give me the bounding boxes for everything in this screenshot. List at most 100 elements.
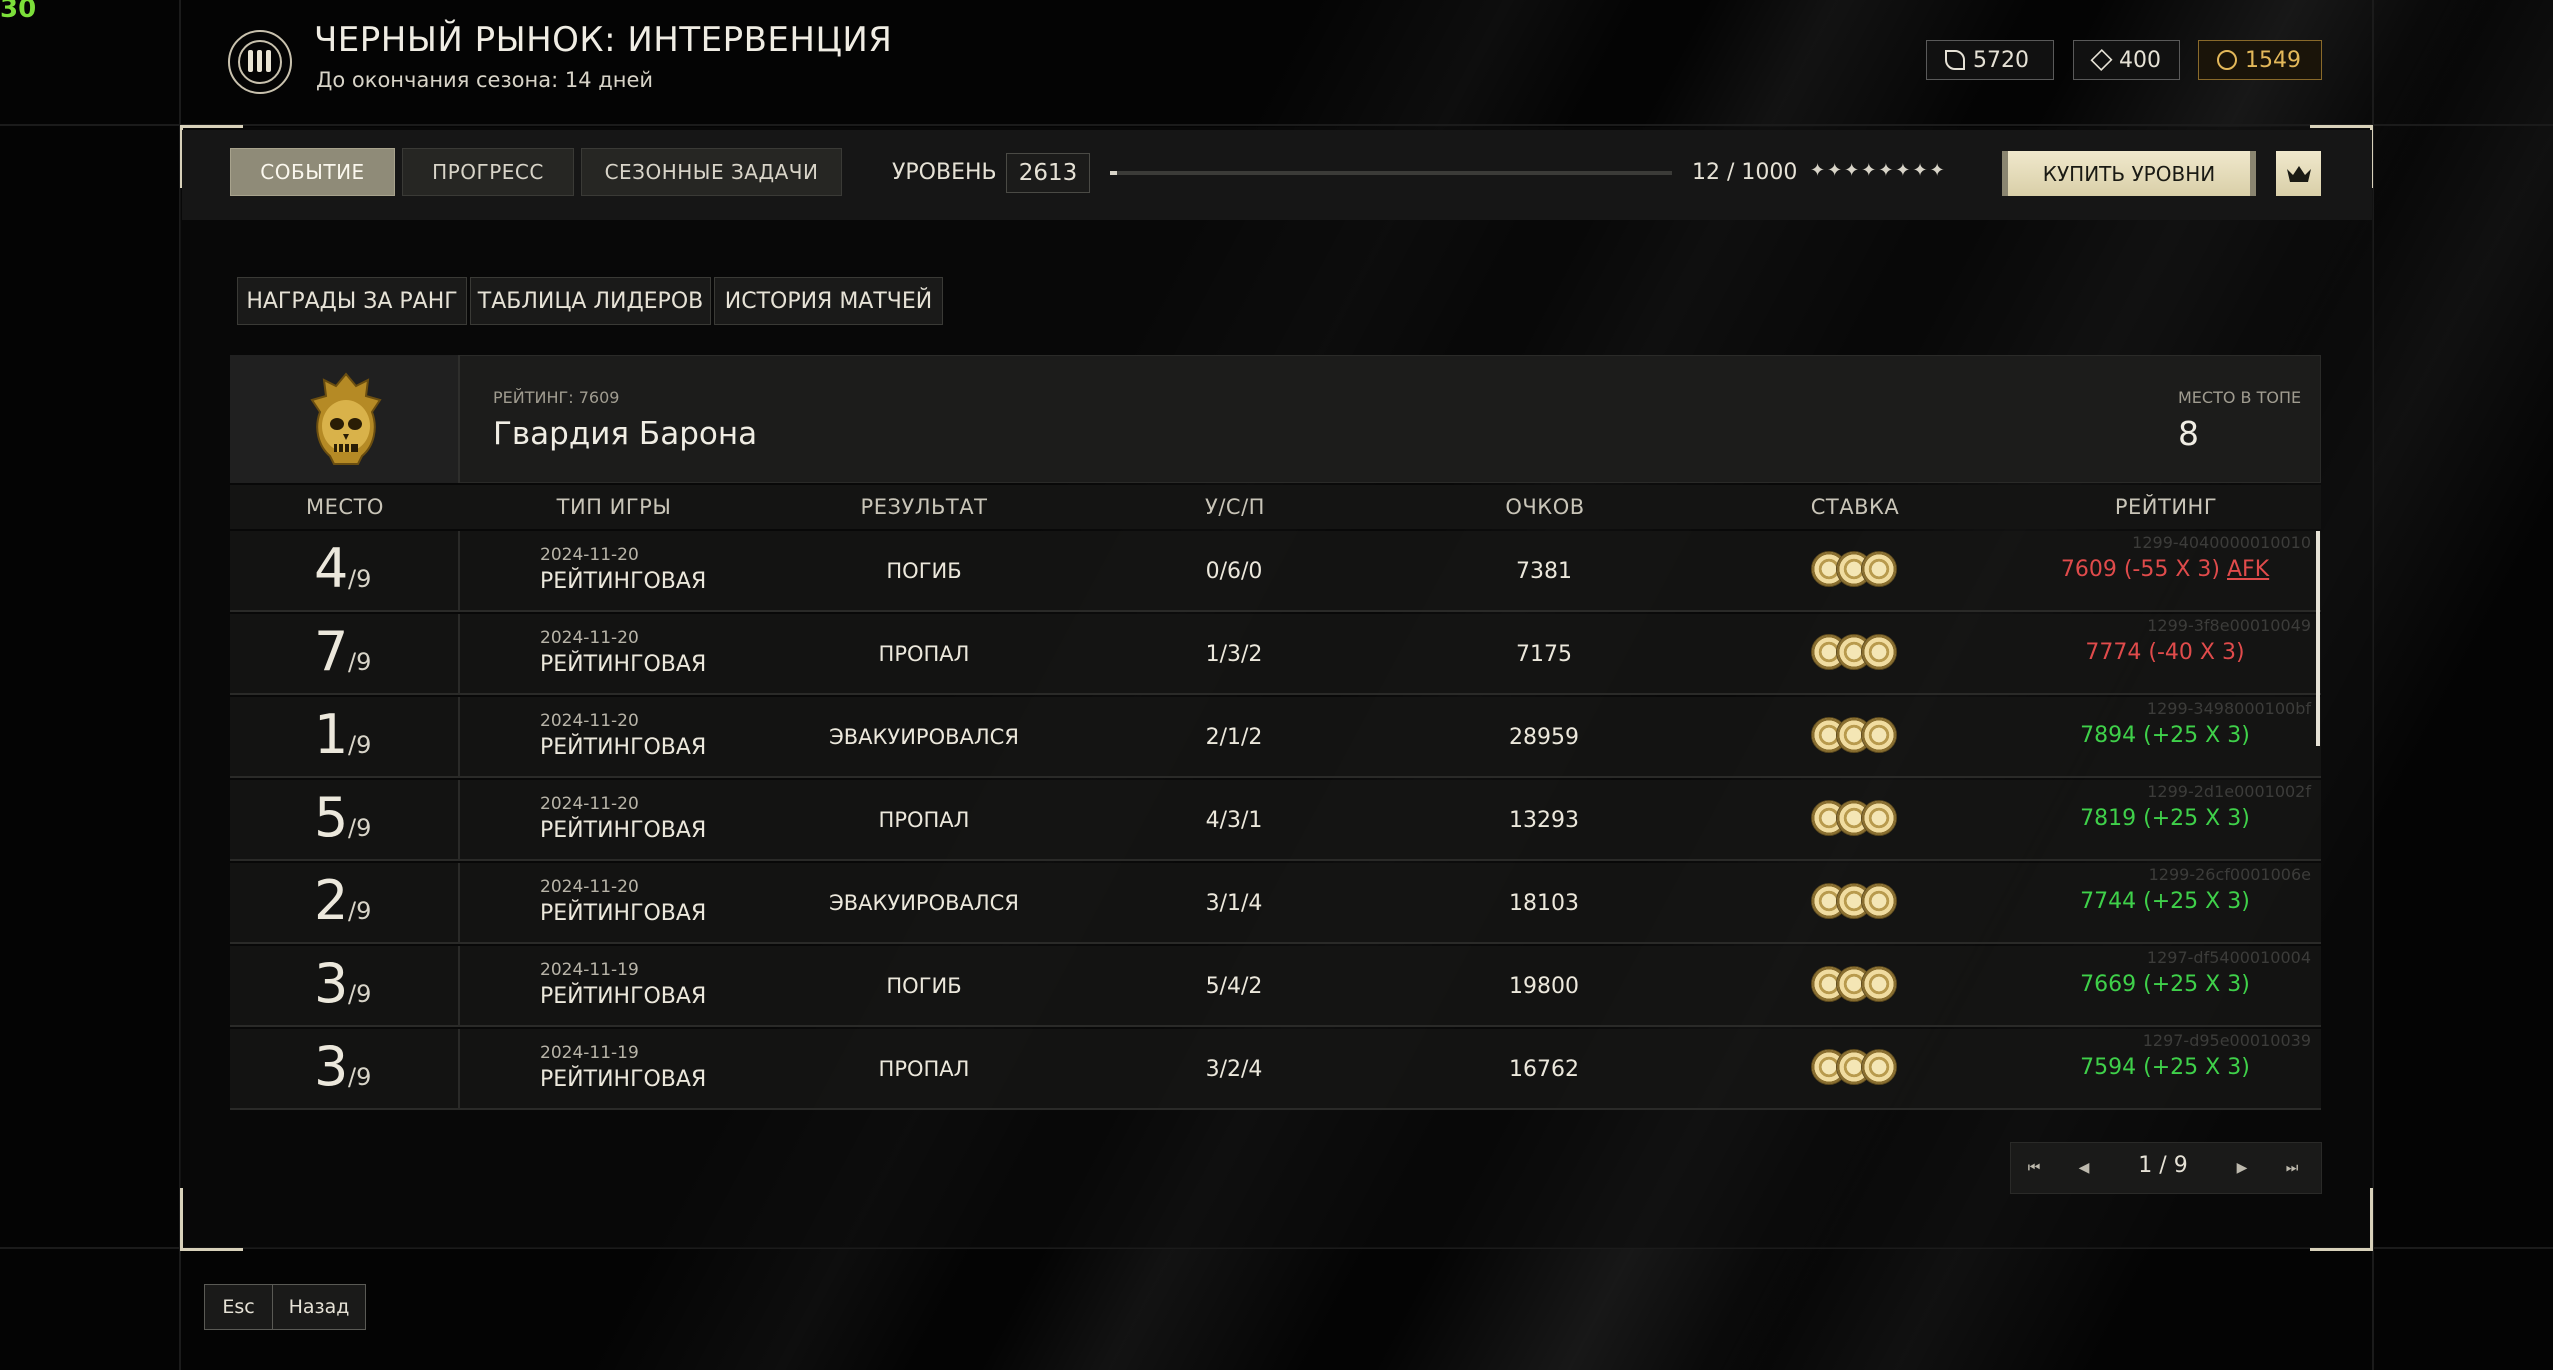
rating-value: 7774 (-40 X 3): [2085, 640, 2245, 665]
kill-assist-stat: 4/3/1: [1205, 808, 1263, 833]
gem-currency-icon: [2090, 48, 2113, 72]
place-number: 3: [314, 952, 349, 1015]
place-number: 5: [314, 786, 349, 849]
premium-crown-button[interactable]: [2276, 151, 2321, 196]
prev-page-button[interactable]: ◀: [2064, 1150, 2104, 1186]
skip-first-icon: ⏮: [2027, 1160, 2041, 1176]
afk-flag: AFK: [2227, 557, 2270, 582]
kill-assist-stat: 3/2/4: [1205, 1057, 1263, 1082]
tab-progress[interactable]: ПРОГРЕСС: [402, 148, 574, 196]
fps-counter: 30: [0, 0, 37, 24]
currency-value: 400: [2119, 47, 2161, 73]
place-number: 4: [314, 537, 349, 600]
table-row[interactable]: 5/9 2024-11-20 РЕЙТИНГОВАЯ ПРОПАЛ 4/3/1 13293…: [230, 780, 2321, 861]
buy-levels-button[interactable]: КУПИТЬ УРОВНИ: [2002, 151, 2256, 196]
match-id: 1299-26cf0001006e: [2148, 865, 2311, 884]
level-stars: ✦✦✦✦✦✦✦✦: [1810, 160, 1947, 181]
match-result: ПРОПАЛ: [878, 1057, 970, 1081]
stake-chips-icon: [1811, 717, 1897, 755]
match-id: 1297-df5400010004: [2146, 948, 2311, 967]
crown-icon: [2286, 165, 2311, 182]
stake-chips-icon: [1811, 1049, 1897, 1087]
rating-change: 7819 (+25 X 3): [2080, 806, 2250, 831]
table-row[interactable]: 3/9 2024-11-19 РЕЙТИНГОВАЯ ПОГИБ 5/4/2 19800 7…: [230, 946, 2321, 1027]
currency-feather[interactable]: 5720: [1926, 40, 2054, 80]
match-result: ЭВАКУИРОВАЛСЯ: [829, 891, 1019, 915]
place-total: /9: [348, 980, 372, 1008]
column-header-stake: СТАВКА: [1810, 495, 1900, 519]
level-value: 2613: [1006, 153, 1090, 193]
stake-chips-icon: [1811, 883, 1897, 921]
place-total: /9: [348, 648, 372, 676]
game-type: РЕЙТИНГОВАЯ: [540, 735, 707, 760]
table-header: [230, 485, 2321, 529]
team-name: Гвардия Барона: [493, 416, 758, 452]
stake-chips-icon: [1811, 800, 1897, 838]
game-type: РЕЙТИНГОВАЯ: [540, 652, 707, 677]
gold-coin-icon: [2217, 50, 2237, 70]
table-row[interactable]: 3/9 2024-11-19 РЕЙТИНГОВАЯ ПРОПАЛ 3/2/4 16762…: [230, 1029, 2321, 1110]
rating-value: 7609 (-55 X 3): [2060, 557, 2220, 582]
points: 16762: [1509, 1057, 1579, 1082]
next-page-button[interactable]: ▶: [2222, 1150, 2262, 1186]
game-type: РЕЙТИНГОВАЯ: [540, 1067, 707, 1092]
table-row[interactable]: 2/9 2024-11-20 РЕЙТИНГОВАЯ ЭВАКУИРОВАЛСЯ 3/1…: [230, 863, 2321, 944]
match-result: ЭВАКУИРОВАЛСЯ: [829, 725, 1019, 749]
tab-leaderboard[interactable]: ТАБЛИЦА ЛИДЕРОВ: [470, 277, 711, 325]
top-rank-label: МЕСТО В ТОПЕ: [2178, 388, 2302, 407]
place-cell: 3/9: [230, 1029, 460, 1108]
top-rank-value: 8: [2178, 414, 2199, 453]
skip-last-icon: ⏭: [2285, 1160, 2299, 1176]
place-number: 3: [314, 1035, 349, 1098]
table-scrollbar[interactable]: [2316, 531, 2320, 746]
game-type: РЕЙТИНГОВАЯ: [540, 569, 707, 594]
rating-change: 7609 (-55 X 3) AFK: [2061, 557, 2269, 582]
match-id: 1297-d95e00010039: [2142, 1031, 2311, 1050]
back-button[interactable]: Назад: [273, 1285, 365, 1329]
level-progress-text: 12 / 1000: [1692, 160, 1798, 185]
esc-key-button[interactable]: Esc: [205, 1285, 273, 1329]
points: 28959: [1509, 725, 1579, 750]
column-header-rating: РЕЙТИНГ: [2114, 495, 2218, 519]
place-cell: 1/9: [230, 697, 460, 776]
column-header-game-type: ТИП ИГРЫ: [556, 495, 672, 519]
match-result: ПОГИБ: [886, 974, 962, 998]
tab-event[interactable]: СОБЫТИЕ: [230, 148, 395, 196]
tab-rank-rewards[interactable]: НАГРАДЫ ЗА РАНГ: [237, 277, 467, 325]
match-id: 1299-3498000100bf: [2146, 699, 2311, 718]
match-date: 2024-11-19: [540, 960, 639, 980]
place-number: 1: [314, 703, 349, 766]
match-result: ПРОПАЛ: [878, 642, 970, 666]
feather-currency-icon: [1945, 50, 1965, 70]
kill-assist-stat: 1/3/2: [1205, 642, 1263, 667]
points: 13293: [1509, 808, 1579, 833]
table-row[interactable]: 7/9 2024-11-20 РЕЙТИНГОВАЯ ПРОПАЛ 1/3/2 7175 7…: [230, 614, 2321, 695]
rating-value: 7894 (+25 X 3): [2080, 723, 2250, 748]
place-number: 2: [314, 869, 349, 932]
match-id: 1299-4040000010010: [2132, 533, 2311, 552]
last-page-button[interactable]: ⏭: [2272, 1150, 2312, 1186]
currency-gem[interactable]: 400: [2073, 40, 2180, 80]
match-result: ПОГИБ: [886, 559, 962, 583]
table-row[interactable]: 1/9 2024-11-20 РЕЙТИНГОВАЯ ЭВАКУИРОВАЛСЯ 2/1…: [230, 697, 2321, 778]
column-header-points: ОЧКОВ: [1505, 495, 1585, 519]
place-total: /9: [348, 731, 372, 759]
table-row[interactable]: 4/9 2024-11-20 РЕЙТИНГОВАЯ ПОГИБ 0/6/0 7381 76…: [230, 531, 2321, 612]
match-date: 2024-11-20: [540, 545, 639, 565]
game-type: РЕЙТИНГОВАЯ: [540, 818, 707, 843]
page-indicator: 1 / 9: [2138, 1153, 2188, 1178]
tab-season-tasks[interactable]: СЕЗОННЫЕ ЗАДАЧИ: [581, 148, 842, 196]
column-header-place: МЕСТО: [306, 495, 384, 519]
points: 18103: [1509, 891, 1579, 916]
game-type: РЕЙТИНГОВАЯ: [540, 901, 707, 926]
page-title: ЧЕРНЫЙ РЫНОК: ИНТЕРВЕНЦИЯ: [314, 20, 893, 60]
currency-gold[interactable]: 1549: [2198, 40, 2322, 80]
stake-chips-icon: [1811, 966, 1897, 1004]
first-page-button[interactable]: ⏮: [2014, 1150, 2054, 1186]
tab-match-history[interactable]: ИСТОРИЯ МАТЧЕЙ: [714, 277, 943, 325]
rating-change: 7894 (+25 X 3): [2080, 723, 2250, 748]
kill-assist-stat: 0/6/0: [1205, 559, 1263, 584]
column-header-ksa: У/С/П: [1205, 495, 1265, 519]
rating-value: 7744 (+25 X 3): [2080, 889, 2250, 914]
kill-assist-stat: 2/1/2: [1205, 725, 1263, 750]
